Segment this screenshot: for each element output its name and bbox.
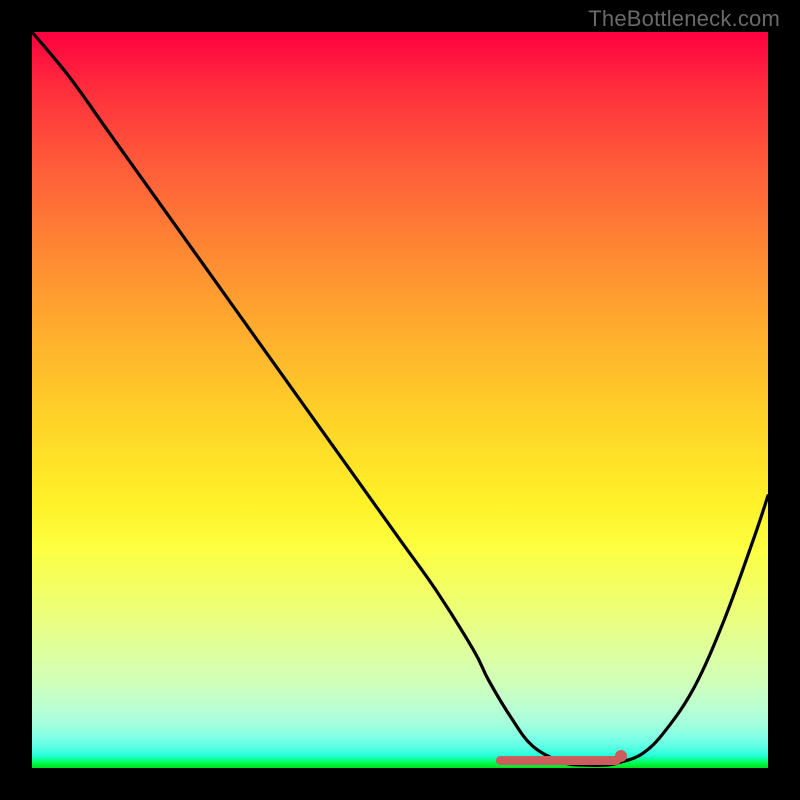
optimal-point-marker [615,750,627,762]
optimal-range-marker [496,756,621,765]
bottleneck-curve [32,32,768,768]
plot-area [32,32,768,768]
chart-frame: TheBottleneck.com [0,0,800,800]
watermark-text: TheBottleneck.com [588,6,780,32]
